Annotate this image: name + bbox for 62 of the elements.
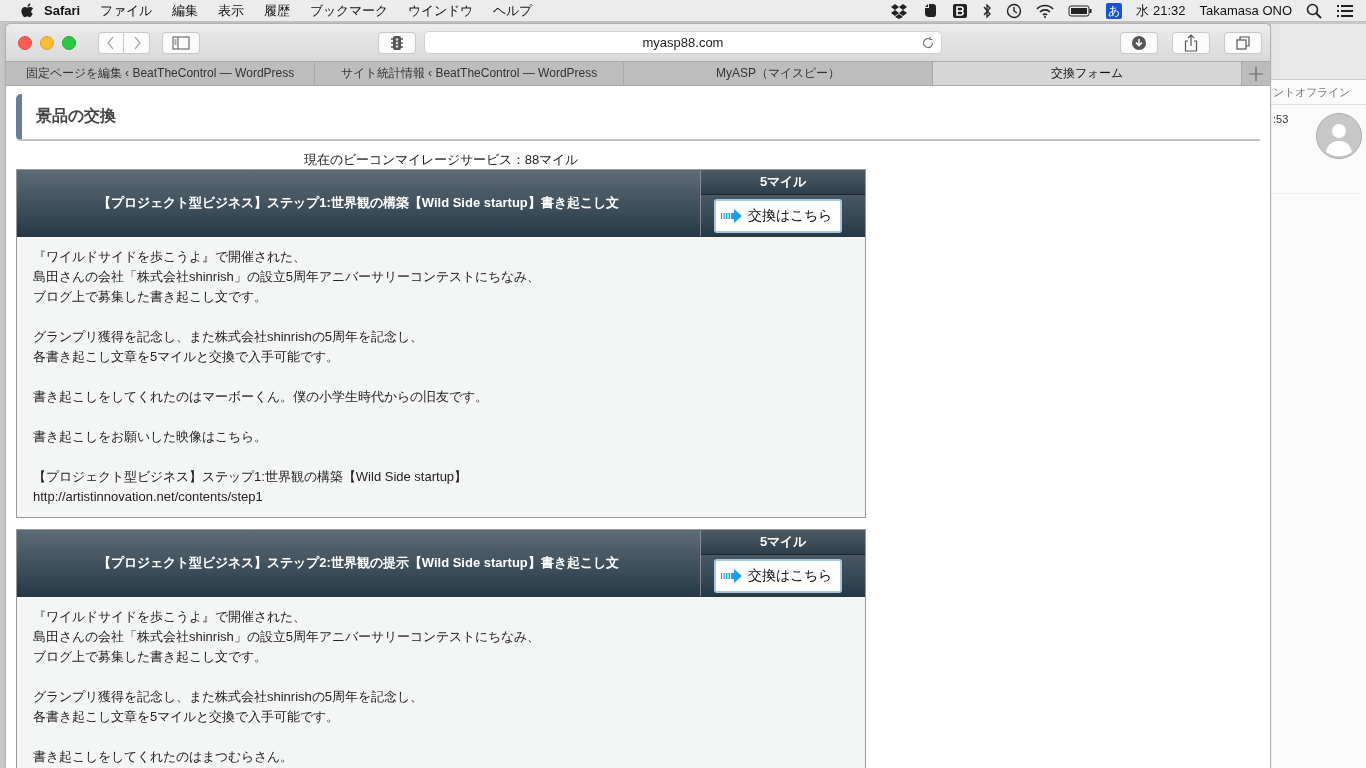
timestamp: :53 <box>1273 113 1289 127</box>
page-heading: 景品の交換 <box>36 106 116 126</box>
exchange-button[interactable]: 交換はこちら <box>714 558 842 593</box>
extension-button[interactable] <box>378 31 416 54</box>
browser-tab[interactable]: 交換フォーム <box>933 62 1242 85</box>
description-line: ブログ上で募集した書き起こし文です。 <box>33 648 267 666</box>
description-line: 書き起こしをしてくれたのはマーボーくん。僕の小学生時代からの旧友です。 <box>33 388 488 406</box>
arrow-icon <box>720 208 744 223</box>
description-line: グランプリ獲得を記念し、また株式会社shinrishの5周年を記念し、 <box>33 688 424 706</box>
address-field[interactable]: myasp88.com <box>424 31 942 54</box>
description-line: 各書き起こし文章を5マイルと交換で入手可能です。 <box>33 348 340 366</box>
exchange-button[interactable]: 交換はこちら <box>714 198 842 233</box>
prize-title: 【プロジェクト型ビジネス】ステップ2:世界観の提示【Wild Side startup】書き起こし文 <box>98 554 619 572</box>
menu-item[interactable]: 編集 <box>162 1 209 20</box>
menu-item[interactable]: 履歴 <box>254 1 301 20</box>
close-button[interactable] <box>18 35 32 50</box>
description-line: http://artistinnovation.net/contents/step1 <box>33 488 263 506</box>
chevron-left-icon <box>106 35 116 50</box>
user-name[interactable]: Takamasa ONO <box>1199 3 1292 18</box>
tab-overview-button[interactable] <box>1224 31 1262 54</box>
box-icon[interactable] <box>890 2 909 19</box>
prize-title: 【プロジェクト型ビジネス】ステップ1:世界観の構築【Wild Side startup】書き起こし文 <box>98 194 619 212</box>
share-button[interactable] <box>1172 31 1210 54</box>
apple-icon[interactable] <box>20 2 34 19</box>
description-line: 『ワイルドサイドを歩こうよ』で開催された、 <box>33 248 306 266</box>
search-icon[interactable] <box>1306 2 1322 19</box>
description-line: 『ワイルドサイドを歩こうよ』で開催された、 <box>33 608 306 626</box>
description-line: 書き起こしをしてくれたのはまつむらさん。 <box>33 748 293 766</box>
menu-item[interactable]: ブックマーク <box>300 1 399 20</box>
description-line: 島田さんの会社「株式会社shinrish」の設立5周年アニバーサリーコンテストにちなみ、 <box>33 628 541 646</box>
wifi-icon[interactable] <box>1036 3 1055 18</box>
share-icon <box>1184 33 1198 52</box>
menu-item[interactable]: ウインドウ <box>398 1 484 20</box>
status-text: ントオフライン <box>1273 84 1350 100</box>
battery-icon[interactable] <box>1068 4 1093 17</box>
mile-cost: 5マイル <box>759 173 807 191</box>
description-line: ブログ上で募集した書き起こし文です。 <box>33 288 267 306</box>
download-button[interactable] <box>1120 31 1158 54</box>
tabs-icon <box>1235 34 1251 51</box>
traffic-light-icon <box>390 34 404 51</box>
sidebar-icon <box>172 35 190 50</box>
list-icon[interactable] <box>1336 3 1354 18</box>
avatar-icon <box>1316 113 1362 159</box>
description-line: 島田さんの会社「株式会社shinrish」の設立5周年アニバーサリーコンテストにちなみ、 <box>33 268 541 286</box>
mileage-balance: 現在のビーコンマイレージサービス：88マイル <box>303 152 579 167</box>
input-method-indicator[interactable]: あ <box>1106 2 1123 19</box>
menubar-clock[interactable]: 水 21:32 <box>1136 1 1186 20</box>
reload-icon[interactable] <box>921 36 935 50</box>
description-line: グランプリ獲得を記念し、また株式会社shinrishの5周年を記念し、 <box>33 328 424 346</box>
mile-cost: 5マイル <box>759 533 807 551</box>
description-line: 【プロジェクト型ビジネス】ステップ1:世界観の構築【Wild Side startup】 <box>33 468 468 486</box>
letter-b-icon[interactable] <box>952 2 969 19</box>
arrow-icon <box>720 568 744 583</box>
description-line: 各書き起こし文章を5マイルと交換で入手可能です。 <box>33 708 340 726</box>
menu-item[interactable]: 表示 <box>208 1 255 20</box>
clock-icon[interactable] <box>1006 2 1023 19</box>
description-line: 書き起こしをお願いした映像はこちら。 <box>33 428 267 446</box>
app-menu[interactable]: Safari <box>34 3 91 18</box>
menu-item[interactable]: ファイル <box>90 1 163 20</box>
bluetooth-icon[interactable] <box>982 2 993 19</box>
menu-item[interactable]: ヘルプ <box>483 1 543 20</box>
download-icon <box>1131 34 1147 51</box>
